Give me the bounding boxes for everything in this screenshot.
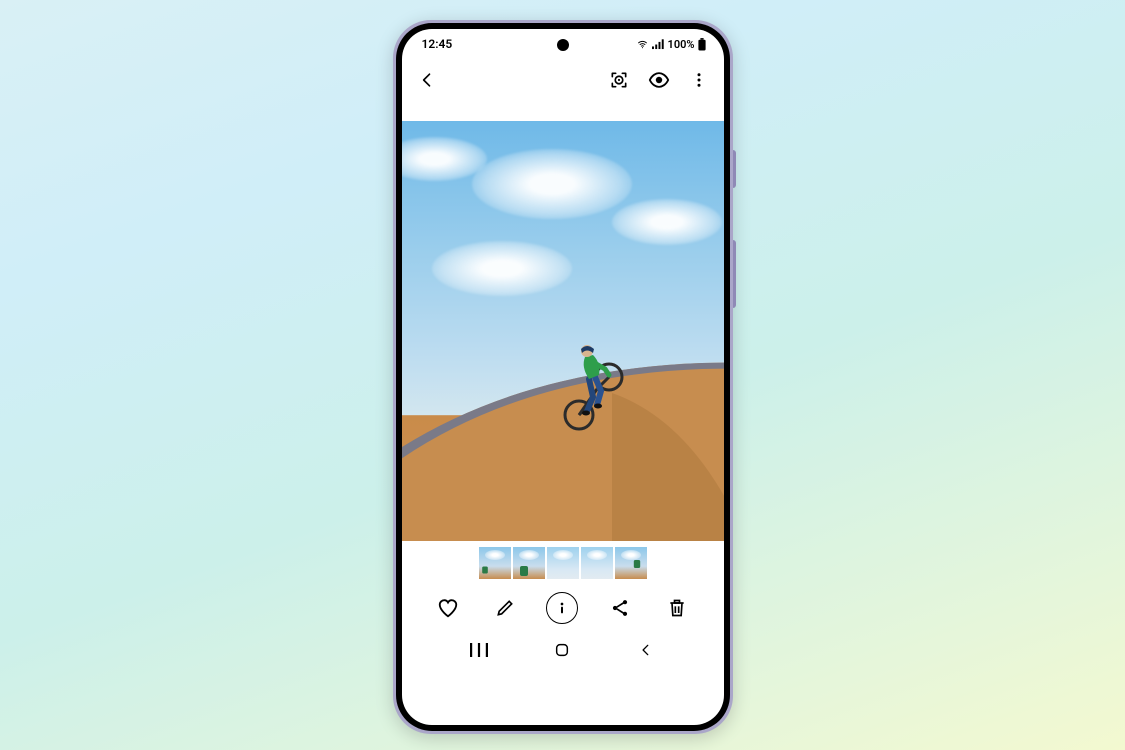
app-header: [402, 59, 724, 101]
cloud-decoration: [432, 241, 572, 296]
back-button[interactable]: [416, 69, 438, 91]
home-nav-button[interactable]: [550, 638, 574, 662]
header-spacer: [402, 101, 724, 121]
thumbnail[interactable]: [581, 547, 613, 579]
bixby-vision-button[interactable]: [608, 69, 630, 91]
action-bar: [402, 583, 724, 633]
favorite-button[interactable]: [435, 595, 461, 621]
edit-button[interactable]: [492, 595, 518, 621]
info-button[interactable]: [548, 594, 576, 622]
battery-icon: [698, 38, 706, 51]
thumbnail[interactable]: [479, 547, 511, 579]
camera-punch-hole: [557, 39, 569, 51]
status-time: 12:45: [422, 37, 453, 51]
cloud-decoration: [612, 199, 722, 245]
phone-bezel: 12:45: [396, 23, 730, 731]
more-options-button[interactable]: [688, 69, 710, 91]
battery-percent: 100%: [668, 38, 695, 51]
thumbnail[interactable]: [615, 547, 647, 579]
cloud-decoration: [472, 149, 632, 219]
gradient-wallpaper: 12:45: [0, 0, 1125, 750]
signal-icon: [652, 39, 665, 50]
status-indicators: 100%: [636, 38, 706, 51]
main-photo[interactable]: [402, 121, 724, 541]
thumbnail-strip[interactable]: [402, 547, 724, 583]
thumbnail[interactable]: [547, 547, 579, 579]
phone-screen: 12:45: [402, 29, 724, 725]
thumbnail[interactable]: [513, 547, 545, 579]
view-button[interactable]: [648, 69, 670, 91]
share-button[interactable]: [607, 595, 633, 621]
back-nav-button[interactable]: [634, 638, 658, 662]
system-nav-bar: [402, 633, 724, 671]
wifi-icon: [636, 39, 649, 50]
phone-frame: 12:45: [393, 20, 733, 734]
delete-button[interactable]: [664, 595, 690, 621]
bmx-rider-graphic: [547, 339, 627, 439]
recents-nav-button[interactable]: [467, 638, 491, 662]
